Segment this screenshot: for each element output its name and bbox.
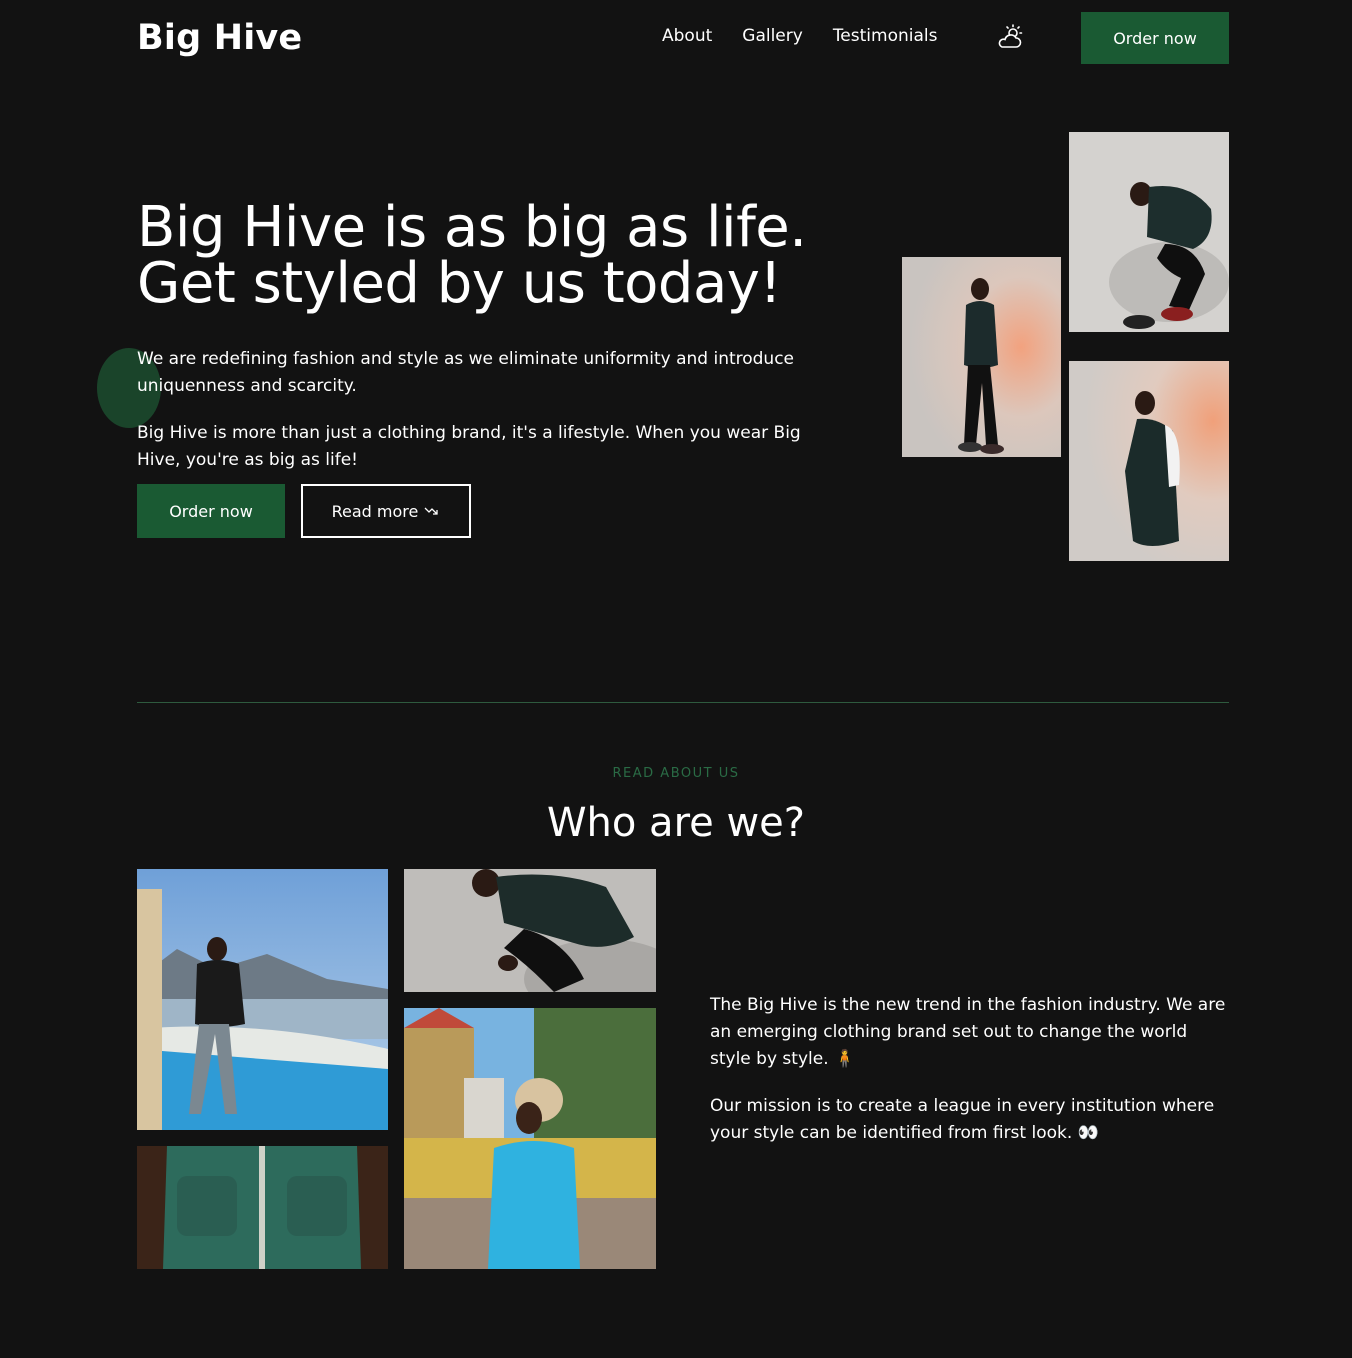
hero-photo-leaning [1069,361,1229,561]
about-description: The Big Hive is the new trend in the fas… [710,992,1230,1147]
main-nav: About Gallery Testimonials [662,26,937,46]
hero-description: We are redefining fashion and style as w… [137,346,837,474]
about-photo-vest [137,1146,388,1269]
hero-section: Big Hive is as big as life. Get styled b… [97,200,1229,570]
site-header: Big Hive About Gallery Testimonials Orde… [137,12,1229,64]
hero-title: Big Hive is as big as life. Get styled b… [137,200,1229,312]
nav-link-about[interactable]: About [662,26,712,46]
header-order-button[interactable]: Order now [1081,12,1229,64]
brand-logo[interactable]: Big Hive [137,18,302,58]
about-title: Who are we? [546,800,806,846]
hero-photo-standing [902,257,1061,457]
cloud-sun-icon[interactable] [995,23,1025,53]
about-photo-crouch [404,869,656,992]
about-eyebrow: READ ABOUT US [612,766,740,781]
hero-title-line-2: Get styled by us today! [137,251,782,316]
hero-buttons: Order now Read more [137,484,471,538]
about-paragraph-1: The Big Hive is the new trend in the fas… [710,995,1226,1069]
about-photo-seaside [137,869,388,1130]
nav-link-testimonials[interactable]: Testimonials [833,26,938,46]
hero-photo-crouching [1069,132,1229,332]
hero-paragraph-2: Big Hive is more than just a clothing br… [137,423,801,470]
about-paragraph-2: Our mission is to create a league in eve… [710,1096,1215,1143]
read-more-label: Read more [331,501,419,521]
read-more-button[interactable]: Read more [301,484,471,538]
hero-title-line-1: Big Hive is as big as life. [137,195,807,260]
about-photo-outdoor [404,1008,656,1269]
section-divider [137,702,1229,703]
nav-link-gallery[interactable]: Gallery [742,26,803,46]
arrow-trend-down-icon [424,507,439,515]
hero-paragraph-1: We are redefining fashion and style as w… [137,349,795,396]
hero-order-button[interactable]: Order now [137,484,285,538]
